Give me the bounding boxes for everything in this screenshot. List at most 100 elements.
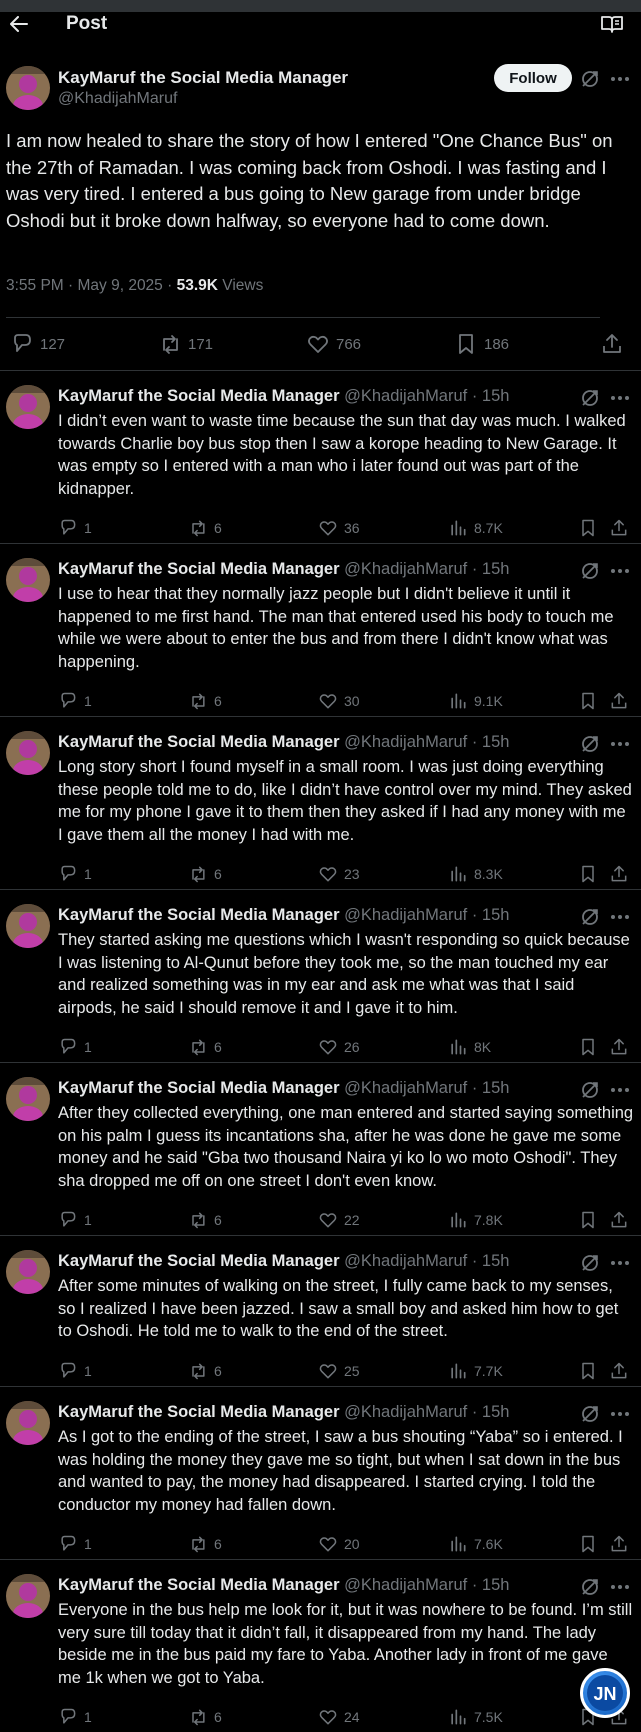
reply-post[interactable]: KayMaruf the Social Media Manager @Khadi… — [0, 1574, 641, 1732]
reply-post[interactable]: KayMaruf the Social Media Manager @Khadi… — [0, 385, 641, 547]
author-handle[interactable]: @KhadijahMaruf — [58, 90, 177, 108]
avatar[interactable] — [6, 385, 50, 429]
follow-button[interactable]: Follow — [494, 64, 572, 92]
reply-post[interactable]: KayMaruf the Social Media Manager @Khadi… — [0, 558, 641, 720]
author-handle[interactable]: @KhadijahMaruf · 15h — [344, 387, 509, 405]
reply-button[interactable]: 1 — [58, 1360, 92, 1382]
views-button[interactable]: 9.1K — [448, 690, 503, 712]
post-timestamp[interactable]: 3:55 PM · May 9, 2025 · — [6, 277, 177, 294]
like-button[interactable]: 23 — [318, 863, 360, 885]
more-icon[interactable] — [609, 1253, 631, 1273]
like-button[interactable]: 22 — [318, 1209, 360, 1231]
views-button[interactable]: 8.7K — [448, 517, 503, 539]
more-icon[interactable] — [609, 561, 631, 581]
author-name[interactable]: KayMaruf the Social Media Manager — [58, 1079, 340, 1097]
avatar[interactable] — [6, 731, 50, 775]
author-handle[interactable]: @KhadijahMaruf · 15h — [344, 560, 509, 578]
bookmark-icon[interactable] — [578, 691, 598, 711]
share-icon[interactable] — [609, 518, 629, 538]
reply-button[interactable]: 1 — [58, 1706, 92, 1728]
grok-icon[interactable] — [580, 1577, 600, 1597]
author-handle[interactable]: @KhadijahMaruf · 15h — [344, 1403, 509, 1421]
bookmark-icon[interactable] — [578, 1361, 598, 1381]
more-icon[interactable] — [609, 388, 631, 408]
repost-button[interactable]: 6 — [188, 517, 222, 539]
avatar[interactable] — [6, 904, 50, 948]
author-name[interactable]: KayMaruf the Social Media Manager — [58, 906, 340, 924]
author-handle[interactable]: @KhadijahMaruf · 15h — [344, 906, 509, 924]
bookmark-icon[interactable] — [578, 518, 598, 538]
reply-post[interactable]: KayMaruf the Social Media Manager @Khadi… — [0, 904, 641, 1066]
share-icon[interactable] — [609, 1210, 629, 1230]
grok-icon[interactable] — [580, 734, 600, 754]
share-button[interactable] — [600, 332, 624, 356]
author-handle[interactable]: @KhadijahMaruf · 15h — [344, 1576, 509, 1594]
like-button[interactable]: 26 — [318, 1036, 360, 1058]
views-button[interactable]: 8K — [448, 1036, 491, 1058]
share-icon[interactable] — [609, 864, 629, 884]
avatar[interactable] — [6, 1401, 50, 1445]
grok-icon[interactable] — [580, 907, 600, 927]
grok-icon[interactable] — [580, 561, 600, 581]
grok-icon[interactable] — [580, 1404, 600, 1424]
reply-button[interactable]: 127 — [10, 332, 65, 356]
grok-icon[interactable] — [580, 69, 600, 89]
views-button[interactable]: 8.3K — [448, 863, 503, 885]
like-button[interactable]: 36 — [318, 517, 360, 539]
reply-button[interactable]: 1 — [58, 1533, 92, 1555]
author-name[interactable]: KayMaruf the Social Media Manager — [58, 387, 340, 405]
more-icon[interactable] — [609, 1577, 631, 1597]
grok-icon[interactable] — [580, 388, 600, 408]
repost-button[interactable]: 6 — [188, 690, 222, 712]
more-icon[interactable] — [609, 1404, 631, 1424]
repost-button[interactable]: 6 — [188, 1360, 222, 1382]
repost-button[interactable]: 6 — [188, 863, 222, 885]
reply-post[interactable]: KayMaruf the Social Media Manager @Khadi… — [0, 1401, 641, 1563]
more-icon[interactable] — [609, 907, 631, 927]
author-handle[interactable]: @KhadijahMaruf · 15h — [344, 733, 509, 751]
reply-button[interactable]: 1 — [58, 1209, 92, 1231]
like-button[interactable]: 25 — [318, 1360, 360, 1382]
bookmark-icon[interactable] — [578, 864, 598, 884]
avatar[interactable] — [6, 66, 50, 110]
reply-button[interactable]: 1 — [58, 1036, 92, 1058]
like-button[interactable]: 766 — [306, 332, 361, 356]
reply-button[interactable]: 1 — [58, 517, 92, 539]
like-button[interactable]: 30 — [318, 690, 360, 712]
share-icon[interactable] — [609, 1534, 629, 1554]
author-name[interactable]: KayMaruf the Social Media Manager — [58, 1252, 340, 1270]
bookmark-icon[interactable] — [578, 1534, 598, 1554]
more-icon[interactable] — [609, 734, 631, 754]
author-name[interactable]: KayMaruf the Social Media Manager — [58, 560, 340, 578]
author-name[interactable]: KayMaruf the Social Media Manager — [58, 1403, 340, 1421]
views-button[interactable]: 7.5K — [448, 1706, 503, 1728]
back-arrow-icon[interactable] — [6, 12, 32, 36]
avatar[interactable] — [6, 558, 50, 602]
more-icon[interactable] — [609, 69, 631, 89]
like-button[interactable]: 20 — [318, 1533, 360, 1555]
grok-icon[interactable] — [580, 1253, 600, 1273]
views-button[interactable]: 7.8K — [448, 1209, 503, 1231]
grok-icon[interactable] — [580, 1080, 600, 1100]
bookmark-icon[interactable] — [578, 1210, 598, 1230]
bookmark-button[interactable]: 186 — [454, 332, 509, 356]
author-name[interactable]: KayMaruf the Social Media Manager — [58, 68, 348, 88]
reply-post[interactable]: KayMaruf the Social Media Manager @Khadi… — [0, 1077, 641, 1239]
author-name[interactable]: KayMaruf the Social Media Manager — [58, 1576, 340, 1594]
share-icon[interactable] — [609, 1361, 629, 1381]
repost-button[interactable]: 6 — [188, 1209, 222, 1231]
author-name[interactable]: KayMaruf the Social Media Manager — [58, 733, 340, 751]
like-button[interactable]: 24 — [318, 1706, 360, 1728]
share-icon[interactable] — [609, 1037, 629, 1057]
avatar[interactable] — [6, 1077, 50, 1121]
reply-button[interactable]: 1 — [58, 863, 92, 885]
repost-button[interactable]: 6 — [188, 1533, 222, 1555]
reply-button[interactable]: 1 — [58, 690, 92, 712]
repost-button[interactable]: 6 — [188, 1706, 222, 1728]
views-button[interactable]: 7.6K — [448, 1533, 503, 1555]
bookmark-icon[interactable] — [578, 1037, 598, 1057]
avatar[interactable] — [6, 1250, 50, 1294]
author-handle[interactable]: @KhadijahMaruf · 15h — [344, 1252, 509, 1270]
views-button[interactable]: 7.7K — [448, 1360, 503, 1382]
reply-post[interactable]: KayMaruf the Social Media Manager @Khadi… — [0, 731, 641, 893]
